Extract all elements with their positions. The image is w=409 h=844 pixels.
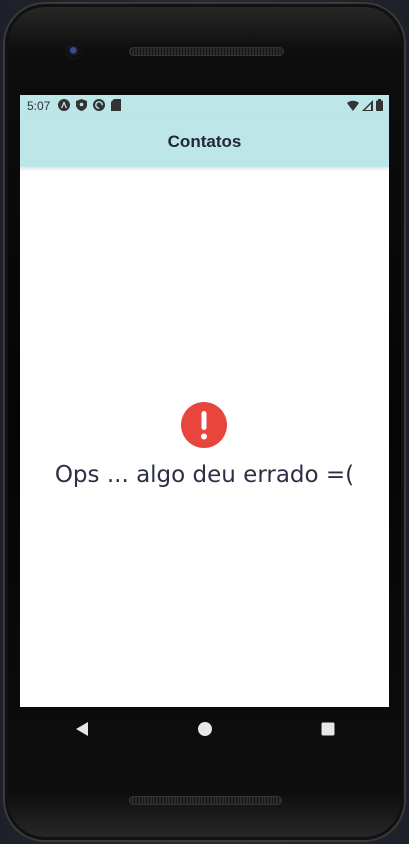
recents-icon [321, 722, 334, 736]
device-screen: 5:07 Contatos Ops ... algo deu errado =( [20, 95, 389, 707]
sync-icon [93, 98, 106, 114]
bottom-speaker [129, 796, 282, 805]
home-icon [197, 722, 212, 736]
app-bar: Contatos [20, 117, 389, 167]
status-bar: 5:07 [20, 95, 389, 117]
home-button[interactable] [185, 709, 225, 749]
error-message: Ops ... algo deu errado =( [54, 462, 355, 488]
recents-button[interactable] [308, 709, 348, 749]
system-status-icons [347, 99, 383, 114]
back-button[interactable] [62, 709, 102, 749]
error-exclamation-icon [181, 402, 227, 448]
android-studio-icon [58, 98, 71, 114]
shield-icon [76, 98, 88, 114]
status-time: 5:07 [27, 99, 51, 113]
navigation-bar [20, 707, 389, 751]
battery-icon [376, 99, 383, 114]
earpiece-speaker [129, 47, 284, 56]
cell-signal-icon [362, 99, 373, 114]
sd-card-icon [111, 98, 122, 114]
back-icon [75, 722, 88, 736]
wifi-icon [347, 100, 359, 114]
notification-icons [58, 98, 122, 114]
page-title: Contatos [167, 132, 242, 151]
front-camera-icon [67, 44, 81, 58]
